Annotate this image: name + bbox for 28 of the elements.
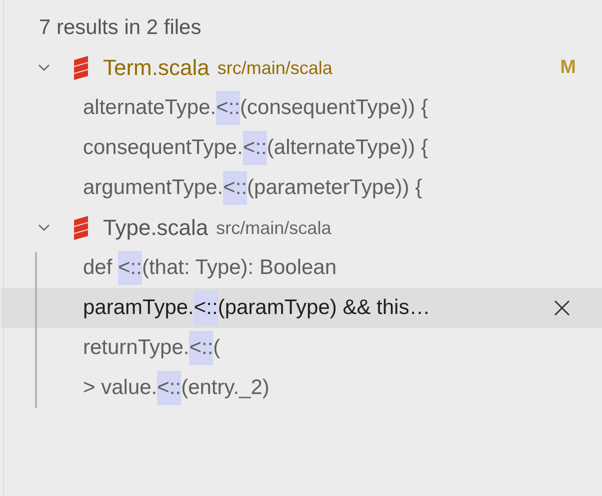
file-path: src/main/scala	[216, 218, 332, 238]
match-text: paramType.<::(paramType) && this…	[83, 291, 430, 325]
match-row[interactable]: def <::(that: Type): Boolean	[1, 248, 602, 288]
match-text: consequentType.<::(alternateType)) {	[83, 131, 428, 165]
close-icon	[554, 300, 570, 316]
scala-icon	[73, 56, 89, 80]
modified-label: M	[560, 57, 576, 79]
close-button[interactable]	[552, 298, 572, 318]
file-name: Type.scala	[103, 215, 208, 241]
match-row[interactable]: > value.<::(entry._2)	[1, 368, 602, 408]
match-row[interactable]: consequentType.<::(alternateType)) {	[1, 128, 602, 168]
file-path: src/main/scala	[217, 58, 332, 78]
match-row[interactable]: alternateType.<::(consequentType)) {	[1, 88, 602, 128]
match-text: argumentType.<::(parameterType)) {	[83, 171, 422, 205]
results-summary: 7 results in 2 files	[39, 16, 202, 40]
match-row[interactable]: returnType.<::(	[1, 328, 602, 368]
chevron-icon	[38, 224, 50, 232]
match-row[interactable]: paramType.<::(paramType) && this…	[1, 288, 602, 328]
match-row[interactable]: argumentType.<::(parameterType)) {	[1, 168, 602, 208]
file-row[interactable]: Term.scala src/main/scala M	[4, 48, 602, 88]
match-text: def <::(that: Type): Boolean	[83, 251, 337, 285]
chevron-icon	[38, 64, 50, 72]
file-row[interactable]: Type.scala src/main/scala	[4, 208, 602, 248]
match-text: > value.<::(entry._2)	[83, 371, 270, 405]
match-text: returnType.<::(	[83, 331, 220, 365]
file-name: Term.scala	[103, 55, 210, 81]
match-text: alternateType.<::(consequentType)) {	[83, 91, 428, 125]
scala-icon	[73, 216, 89, 240]
